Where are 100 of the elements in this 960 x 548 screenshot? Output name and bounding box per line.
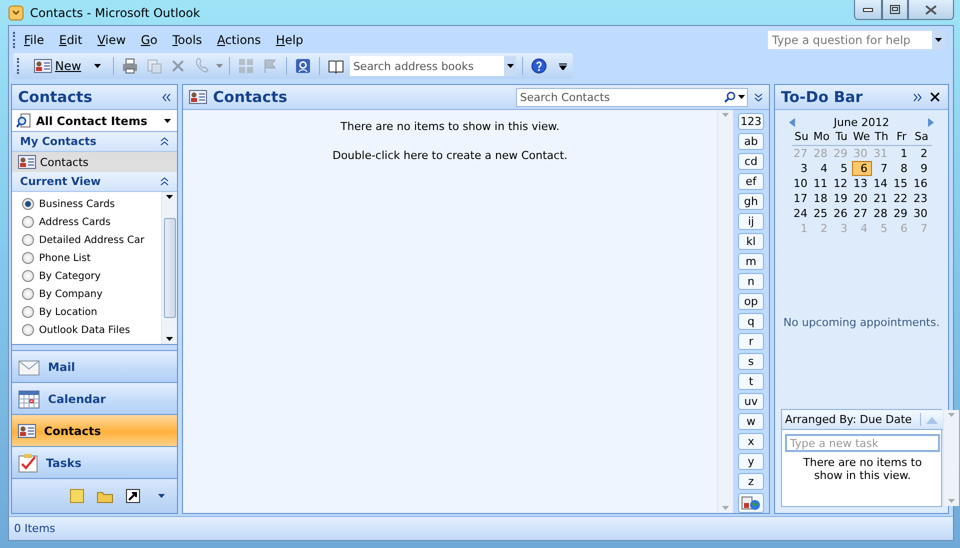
menu-item[interactable]: Go: [140, 32, 158, 46]
calendar-day[interactable]: 14: [872, 176, 892, 191]
scrollbar[interactable]: [161, 192, 177, 344]
nav-button[interactable]: Tasks: [12, 446, 177, 478]
calendar-day[interactable]: 11: [812, 176, 832, 191]
index-tab[interactable]: n: [738, 273, 764, 290]
scrollbar[interactable]: [943, 410, 959, 506]
search-box[interactable]: Search Contacts: [516, 88, 748, 106]
calendar-day[interactable]: 5: [832, 161, 852, 176]
notes-button[interactable]: [67, 486, 87, 506]
index-tab[interactable]: 123: [738, 113, 764, 130]
calendar-day[interactable]: 7: [872, 161, 892, 176]
calendar-day[interactable]: 9: [912, 161, 932, 176]
index-tab[interactable]: ab: [738, 133, 764, 150]
calendar-day[interactable]: 12: [832, 176, 852, 191]
index-tab[interactable]: cd: [738, 153, 764, 170]
nav-button[interactable]: Contacts: [12, 414, 177, 446]
index-tab[interactable]: op: [738, 293, 764, 310]
index-tab[interactable]: ij: [738, 213, 764, 230]
calendar-day[interactable]: 15: [892, 176, 912, 191]
calendar-day[interactable]: 17: [792, 191, 812, 206]
view-option[interactable]: By Location: [22, 303, 161, 321]
index-tab[interactable]: x: [738, 433, 764, 450]
calendar-day[interactable]: 10: [792, 176, 812, 191]
index-tab[interactable]: q: [738, 313, 764, 330]
menu-item[interactable]: Edit: [59, 32, 82, 46]
radio-button[interactable]: [22, 252, 34, 264]
calendar-day[interactable]: 6: [852, 161, 872, 176]
address-search-field[interactable]: Search address books: [350, 60, 504, 72]
calendar-day[interactable]: 2: [912, 146, 932, 161]
calendar-day[interactable]: 1: [892, 146, 912, 161]
help-search-box[interactable]: Type a question for help: [767, 30, 945, 50]
folder-item[interactable]: Contacts: [12, 152, 177, 172]
radio-button[interactable]: [22, 324, 34, 336]
menu-item[interactable]: File: [24, 32, 44, 46]
nav-button[interactable]: Calendar: [12, 382, 177, 414]
calendar-day[interactable]: 24: [792, 206, 812, 221]
maximize-button[interactable]: [882, 0, 908, 20]
calendar-day[interactable]: 19: [832, 191, 852, 206]
calendar-day[interactable]: 26: [832, 206, 852, 221]
calendar-day[interactable]: 3: [792, 161, 812, 176]
contact-globe-button[interactable]: [738, 493, 764, 513]
section-header[interactable]: My Contacts: [12, 132, 177, 152]
calendar-day[interactable]: 8: [892, 161, 912, 176]
view-option[interactable]: Address Cards: [22, 213, 161, 231]
radio-button[interactable]: [22, 234, 34, 246]
index-tab[interactable]: kl: [738, 233, 764, 250]
close-button[interactable]: [908, 0, 954, 20]
index-tab[interactable]: t: [738, 373, 764, 390]
weekday-label: Fr: [892, 130, 912, 146]
section-header[interactable]: Current View: [12, 172, 177, 192]
address-search-box[interactable]: Search address books: [350, 56, 516, 76]
calendar-day[interactable]: 13: [852, 176, 872, 191]
index-tab[interactable]: uv: [738, 393, 764, 410]
calendar-day[interactable]: 4: [812, 161, 832, 176]
new-button[interactable]: New: [32, 59, 84, 73]
index-tab[interactable]: s: [738, 353, 764, 370]
minimize-button[interactable]: [854, 0, 882, 20]
calendar-day[interactable]: 23: [912, 191, 932, 206]
calendar-day[interactable]: 28: [872, 206, 892, 221]
calendar-day[interactable]: 20: [852, 191, 872, 206]
menu-item[interactable]: View: [97, 32, 126, 46]
scrollbar[interactable]: [717, 110, 733, 513]
shortcut-arrow-icon: [126, 489, 140, 503]
shortcuts-button[interactable]: [123, 486, 143, 506]
view-option[interactable]: Business Cards: [22, 195, 161, 213]
view-option[interactable]: Outlook Data Files: [22, 321, 161, 339]
help-button[interactable]: [529, 56, 550, 76]
nav-button[interactable]: Mail: [12, 350, 177, 382]
index-tab[interactable]: w: [738, 413, 764, 430]
calendar-day[interactable]: 21: [872, 191, 892, 206]
calendar-day[interactable]: 27: [852, 206, 872, 221]
view-option[interactable]: Phone List: [22, 249, 161, 267]
radio-button[interactable]: [22, 288, 34, 300]
radio-button[interactable]: [22, 270, 34, 282]
index-tab[interactable]: ef: [738, 173, 764, 190]
view-option[interactable]: By Category: [22, 267, 161, 285]
menu-item[interactable]: Help: [276, 32, 304, 46]
index-tab[interactable]: y: [738, 453, 764, 470]
calendar-day[interactable]: 29: [892, 206, 912, 221]
search-field[interactable]: Search Contacts: [517, 90, 722, 104]
calendar-day[interactable]: 18: [812, 191, 832, 206]
calendar-day[interactable]: 25: [812, 206, 832, 221]
radio-button[interactable]: [22, 306, 34, 318]
index-tab[interactable]: gh: [738, 193, 764, 210]
view-option[interactable]: Detailed Address Car: [22, 231, 161, 249]
calendar-day[interactable]: 30: [912, 206, 932, 221]
view-option[interactable]: By Company: [22, 285, 161, 303]
menu-item[interactable]: Actions: [217, 32, 261, 46]
radio-button[interactable]: [22, 198, 34, 210]
new-task-field[interactable]: Type a new task: [785, 434, 940, 452]
index-tab[interactable]: m: [738, 253, 764, 270]
index-tab[interactable]: z: [738, 473, 764, 490]
index-tab[interactable]: r: [738, 333, 764, 350]
calendar-day[interactable]: 22: [892, 191, 912, 206]
radio-button[interactable]: [22, 216, 34, 228]
help-search-field[interactable]: Type a question for help: [768, 32, 932, 46]
calendar-day[interactable]: 16: [912, 176, 932, 191]
menu-item[interactable]: Tools: [172, 32, 202, 46]
right-arrow-icon: [928, 118, 934, 126]
